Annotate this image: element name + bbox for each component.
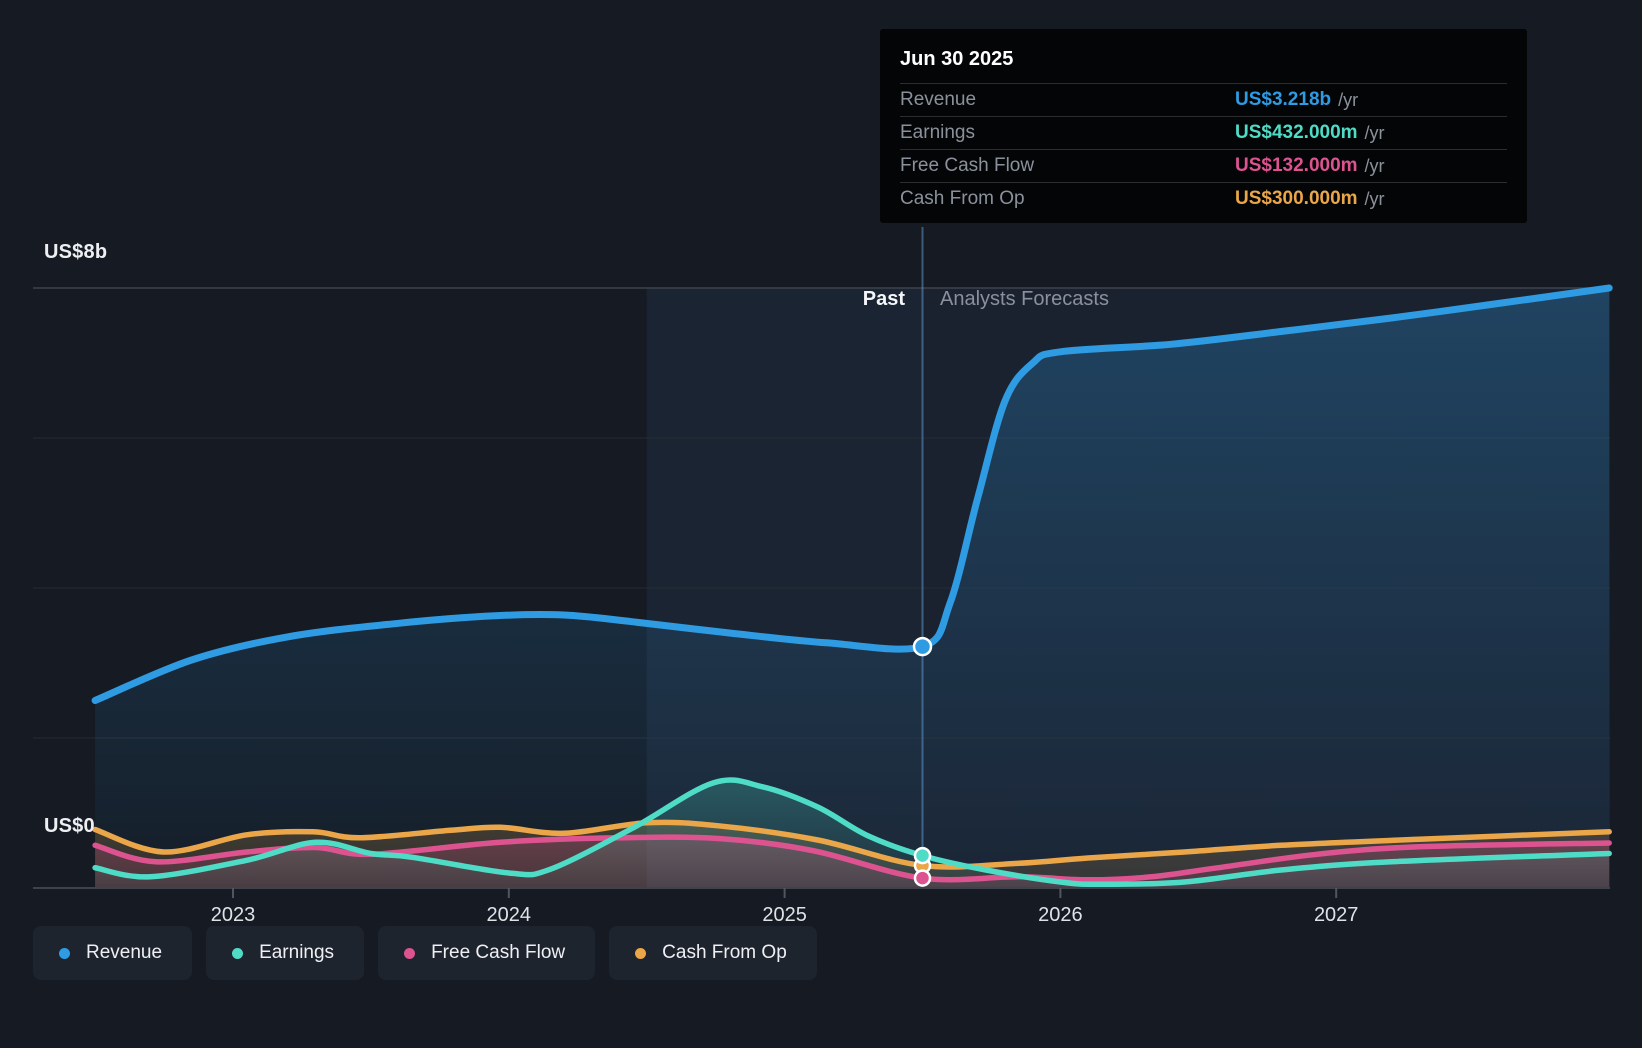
cashop-legend-dot-icon (635, 947, 647, 959)
tooltip-value: US$132.000m (1235, 155, 1358, 176)
legend-label: Cash From Op (662, 942, 787, 963)
tooltip-unit: /yr (1364, 122, 1385, 143)
x-axis-label-2025: 2025 (762, 904, 807, 926)
x-axis-label-2023: 2023 (211, 904, 256, 926)
legend: Revenue Earnings Free Cash Flow Cash From O… (33, 926, 817, 980)
past-label: Past (862, 288, 905, 310)
tooltip-label: Free Cash Flow (900, 155, 1035, 176)
tooltip-row-cashop: Cash From Op US$300.000m/yr (900, 182, 1507, 215)
legend-chip-cashop[interactable]: Cash From Op (609, 926, 817, 980)
tooltip-label: Revenue (900, 89, 977, 110)
fcf-legend-dot-icon (404, 947, 416, 959)
tooltip-label: Cash From Op (900, 188, 1025, 209)
tooltip-unit: /yr (1364, 155, 1385, 176)
forecasts-label: Analysts Forecasts (940, 288, 1109, 310)
y-axis-label-zero: US$0 (44, 815, 95, 837)
tooltip-label: Earnings (900, 122, 975, 143)
chart-tooltip: Jun 30 2025 Revenue US$3.218b/yr Earnings U… (880, 29, 1527, 223)
legend-chip-earnings[interactable]: Earnings (206, 926, 365, 980)
y-axis-label-top: US$8b (44, 241, 108, 263)
tooltip-value: US$300.000m (1235, 188, 1358, 209)
legend-label: Revenue (86, 942, 163, 963)
tooltip-row-revenue: Revenue US$3.218b/yr (900, 83, 1507, 116)
earnings-revenue-chart: 2023 2024 2025 2026 2027 US$8b US$0 Past Ana… (0, 0, 1642, 1048)
earnings-marker-dot[interactable] (913, 846, 932, 865)
x-axis-label-2024: 2024 (487, 904, 532, 926)
tooltip-value: US$3.218b (1235, 89, 1332, 110)
revenue-marker-dot[interactable] (912, 636, 933, 657)
legend-chip-fcf[interactable]: Free Cash Flow (378, 926, 596, 980)
tooltip-date: Jun 30 2025 (900, 48, 1014, 70)
legend-label: Earnings (259, 942, 335, 963)
tooltip-value: US$432.000m (1235, 122, 1358, 143)
earnings-legend-dot-icon (232, 947, 244, 959)
tooltip-unit: /yr (1364, 188, 1385, 209)
legend-chip-revenue[interactable]: Revenue (33, 926, 193, 980)
fcf-marker-dot[interactable] (913, 869, 932, 887)
tooltip-row-fcf: Free Cash Flow US$132.000m/yr (900, 149, 1507, 182)
tooltip-row-earnings: Earnings US$432.000m/yr (900, 116, 1507, 149)
x-axis-label-2026: 2026 (1038, 904, 1083, 926)
tooltip-unit: /yr (1338, 89, 1359, 110)
x-axis-label-2027: 2027 (1314, 904, 1359, 926)
revenue-legend-dot-icon (59, 947, 70, 959)
legend-label: Free Cash Flow (431, 942, 566, 963)
